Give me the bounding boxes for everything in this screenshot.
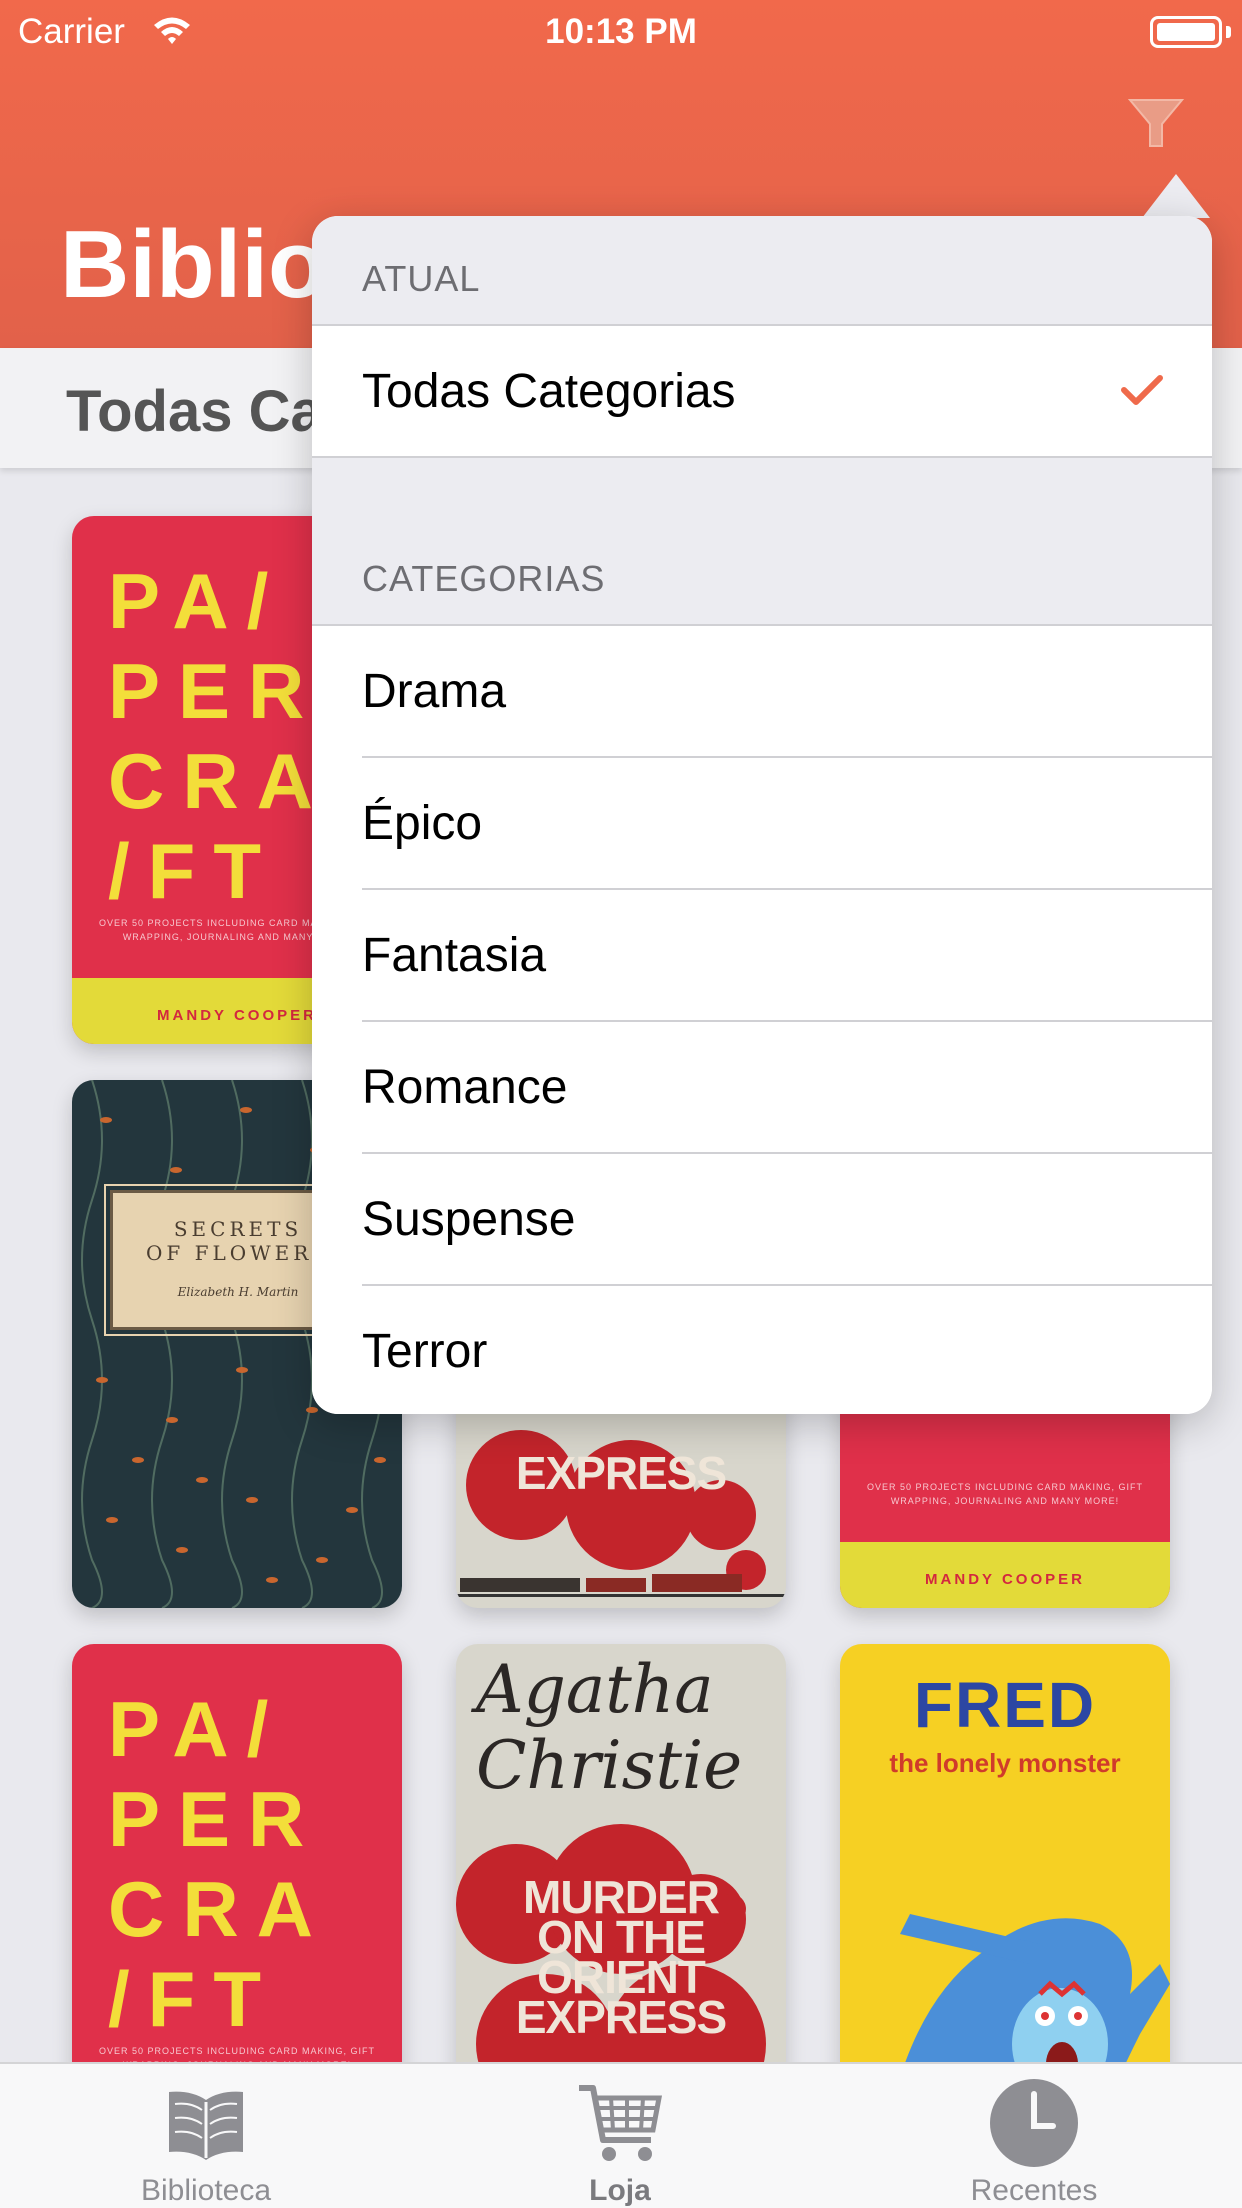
tab-biblioteca[interactable]: Biblioteca (76, 2064, 336, 2208)
book-title: EXPRESS (515, 1447, 727, 1499)
option-drama[interactable]: Drama (312, 626, 1212, 758)
option-label: Fantasia (362, 929, 547, 982)
option-label: Todas Categorias (362, 365, 736, 418)
option-fantasia[interactable]: Fantasia (312, 890, 1212, 1022)
tab-label: Loja (589, 2174, 651, 2207)
section-header-current: ATUAL (312, 216, 1212, 324)
book-title-line-4: EXPRESS (515, 1991, 727, 2043)
section-header-categories-label: CATEGORIAS (362, 558, 606, 599)
option-label: Drama (362, 665, 507, 718)
checkmark-icon (1121, 375, 1163, 405)
option-todas-categorias[interactable]: Todas Categorias (312, 326, 1212, 458)
category-filter-popover: ATUAL Todas Categorias CATEGORIAS Drama … (312, 216, 1212, 1414)
option-label: Terror (362, 1325, 488, 1378)
monster-illustration (900, 1914, 1170, 2062)
tab-bar: Biblioteca Loja Recentes (0, 2062, 1242, 2208)
book-cover-fred[interactable]: FRED the lonely monster (840, 1644, 1170, 2062)
book-title: PA/PER CRA/FT (108, 557, 331, 915)
tab-label: Biblioteca (140, 2174, 272, 2207)
option-terror[interactable]: Terror (312, 1286, 1212, 1414)
tab-loja[interactable]: Loja (490, 2064, 750, 2208)
page-title: Biblio (60, 211, 327, 318)
battery-tip (1226, 26, 1231, 38)
book-subtitle: OVER 50 PROJECTS INCLUDING CARD MAKING, … (866, 1482, 1144, 1506)
cart-icon (579, 2085, 663, 2161)
option-epico[interactable]: Épico (312, 758, 1212, 890)
book-cover-papercraft-3[interactable]: PA/PER CRA/FT OVER 50 PROJECTS INCLUDING… (72, 1644, 402, 2062)
option-label: Romance (362, 1061, 568, 1114)
book-cover-murder-orient-express[interactable]: Agatha Christie MURDER ON THE ORIENT EXP… (456, 1644, 786, 2062)
book-author: Agatha Christie (476, 1651, 743, 1804)
book-subtitle: the lonely monster (889, 1748, 1121, 1778)
section-header-categories: CATEGORIAS (312, 458, 1212, 624)
book-title: FRED (913, 1669, 1097, 1741)
clock: 10:13 PM (545, 12, 697, 51)
category-bar-label: Todas Ca (66, 379, 323, 444)
option-romance[interactable]: Romance (312, 1022, 1212, 1154)
train-illustration (456, 1574, 786, 1597)
section-header-current-label: ATUAL (362, 258, 481, 299)
book-author: MANDY COOPER (925, 1571, 1085, 1588)
book-icon (169, 2091, 243, 2160)
popover-arrow (1142, 174, 1210, 218)
option-label: Épico (362, 797, 483, 850)
book-subtitle: OVER 50 PROJECTS INCLUDING CARD MAKING, … (98, 2046, 376, 2062)
battery-icon (1150, 16, 1222, 48)
tab-label: Recentes (970, 2174, 1098, 2207)
filter-icon[interactable] (1126, 94, 1186, 154)
option-label: Suspense (362, 1193, 576, 1246)
tab-recentes[interactable]: Recentes (904, 2064, 1164, 2208)
clock-icon (990, 2079, 1078, 2167)
book-title: PA/PER CRA/FT (108, 1685, 331, 2043)
option-suspense[interactable]: Suspense (312, 1154, 1212, 1286)
status-bar: Carrier 10:13 PM (0, 0, 1242, 60)
